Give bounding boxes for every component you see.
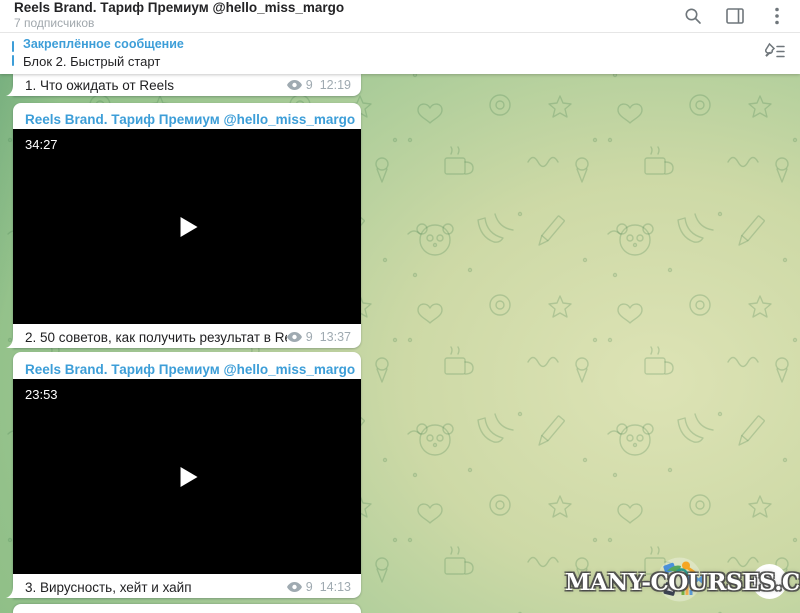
pinned-accent-lines	[12, 41, 14, 66]
views-count: 9	[306, 580, 313, 594]
views-eye-icon	[287, 332, 302, 342]
chat-title: Reels Brand. Тариф Премиум @hello_miss_m…	[14, 1, 344, 16]
message-caption: 3. Вирусность, хейт и хайп	[25, 580, 192, 595]
search-icon[interactable]	[684, 7, 702, 25]
views-count: 9	[306, 78, 313, 92]
message-time: 12:19	[320, 78, 351, 92]
telegram-window: Reels Brand. Тариф Премиум @hello_miss_m…	[0, 0, 800, 613]
message-caption: 2. 50 советов, как получить результат в …	[25, 330, 287, 345]
pinned-list-icon[interactable]	[762, 42, 786, 65]
bubble-tail	[6, 85, 13, 96]
sidebar-toggle-icon[interactable]	[726, 7, 744, 25]
chat-header-titles[interactable]: Reels Brand. Тариф Премиум @hello_miss_m…	[14, 1, 344, 30]
message-meta: 9 12:19	[287, 78, 351, 92]
bubble-tail	[6, 587, 13, 598]
channel-name-link[interactable]: Reels Brand. Тариф Премиум @hello_miss_m…	[13, 103, 361, 129]
views-eye-icon	[287, 80, 302, 90]
message-meta: 9 13:37	[287, 330, 351, 344]
message-caption: 1. Что ожидать от Reels	[25, 78, 174, 93]
channel-name-link[interactable]: Reels Brand. Тариф Премиум @hello_miss_m…	[13, 352, 361, 379]
message-bubble-partial-bottom[interactable]	[13, 604, 361, 613]
pinned-message-label: Закреплённое сообщение	[23, 37, 184, 53]
message-time: 13:37	[320, 330, 351, 344]
message-meta: 9 14:13	[287, 580, 351, 594]
message-bubble-video-2[interactable]: Reels Brand. Тариф Премиум @hello_miss_m…	[13, 352, 361, 598]
message-bubble-video-1[interactable]: Reels Brand. Тариф Премиум @hello_miss_m…	[13, 103, 361, 348]
chat-header-bar[interactable]: Reels Brand. Тариф Премиум @hello_miss_m…	[0, 0, 800, 33]
video-duration: 34:27	[25, 137, 58, 152]
play-icon[interactable]	[181, 467, 198, 487]
pinned-message-bar[interactable]: Закреплённое сообщение Блок 2. Быстрый с…	[0, 33, 800, 74]
bubble-tail	[6, 337, 13, 348]
chat-subscribers-count: 7 подписчиков	[14, 17, 344, 30]
video-player[interactable]: 34:27	[13, 129, 361, 324]
video-player[interactable]: 23:53	[13, 379, 361, 574]
views-eye-icon	[287, 582, 302, 592]
watermark-text: MANY-COURSES.COM	[565, 569, 800, 596]
views-count: 9	[306, 330, 313, 344]
message-time: 14:13	[320, 580, 351, 594]
menu-dots-icon[interactable]	[768, 7, 786, 25]
message-bubble-partial-top[interactable]: 1. Что ожидать от Reels 9 12:19	[13, 74, 361, 96]
play-icon[interactable]	[181, 217, 198, 237]
pinned-message-text: Блок 2. Быстрый старт	[23, 54, 184, 70]
video-duration: 23:53	[25, 387, 58, 402]
